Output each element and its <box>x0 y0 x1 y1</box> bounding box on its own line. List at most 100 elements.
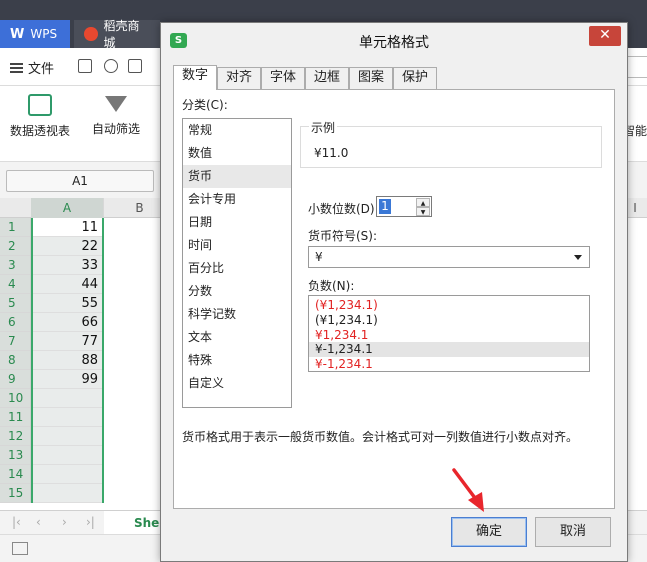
cell-a8[interactable]: 88 <box>33 351 102 370</box>
row-header[interactable]: 15 <box>0 484 30 503</box>
cell-a13[interactable] <box>33 446 102 465</box>
row-header[interactable]: 9 <box>0 370 30 389</box>
save-icon[interactable] <box>78 59 92 73</box>
row-header[interactable]: 11 <box>0 408 30 427</box>
store-logo-icon <box>84 27 98 41</box>
wps-logo-icon: W <box>10 26 25 42</box>
cell-a10[interactable] <box>33 389 102 408</box>
row-header[interactable]: 10 <box>0 389 30 408</box>
row-headers: 1 2 3 4 5 6 7 8 9 10 11 12 13 14 15 <box>0 218 31 503</box>
share-icon[interactable] <box>627 56 647 78</box>
last-sheet-arrow-icon[interactable]: ›| <box>86 515 95 529</box>
cell-a6[interactable]: 66 <box>33 313 102 332</box>
format-cells-dialog: S 单元格格式 ✕ 数字 对齐 字体 边框 图案 保护 分类(C): 常规 数值… <box>160 22 628 562</box>
format-description: 货币格式用于表示一般货币数值。会计格式可对一列数值进行小数点对齐。 <box>182 430 579 444</box>
category-date[interactable]: 日期 <box>183 211 291 234</box>
pivot-table-icon <box>28 94 52 116</box>
cell-a7[interactable]: 77 <box>33 332 102 351</box>
negative-option-3[interactable]: ¥1,234.1 <box>309 328 589 343</box>
tab-font[interactable]: 字体 <box>261 67 305 89</box>
tab-protection[interactable]: 保护 <box>393 67 437 89</box>
cell-a1[interactable]: 11 <box>33 218 102 237</box>
first-sheet-arrow-icon[interactable]: |‹ <box>12 515 21 529</box>
red-pointer-arrow-icon <box>452 468 484 512</box>
cell-a3[interactable]: 33 <box>33 256 102 275</box>
row-header[interactable]: 14 <box>0 465 30 484</box>
pivot-table-button[interactable]: 数据透视表 <box>8 94 72 139</box>
tab-pattern[interactable]: 图案 <box>349 67 393 89</box>
chevron-down-icon[interactable] <box>574 255 582 260</box>
cell-a14[interactable] <box>33 465 102 484</box>
category-time[interactable]: 时间 <box>183 234 291 257</box>
dialog-title-bar[interactable]: S 单元格格式 ✕ <box>161 23 627 57</box>
row-header[interactable]: 7 <box>0 332 30 351</box>
cell-a4[interactable]: 44 <box>33 275 102 294</box>
prev-sheet-arrow-icon[interactable]: ‹ <box>36 515 41 529</box>
sheet-tab-sheet1[interactable]: Shee <box>104 511 167 535</box>
cell-a12[interactable] <box>33 427 102 446</box>
sheet-view-icon[interactable] <box>12 542 28 555</box>
negative-numbers-label: 负数(N): <box>308 279 355 293</box>
category-label: 分类(C): <box>182 98 228 112</box>
row-header[interactable]: 1 <box>0 218 30 237</box>
row-header[interactable]: 12 <box>0 427 30 446</box>
negative-option-1[interactable]: (¥1,234.1) <box>309 298 589 313</box>
tab-docer-store[interactable]: 稻壳商城 <box>74 19 160 50</box>
sample-value: ¥11.0 <box>314 146 349 160</box>
next-sheet-arrow-icon[interactable]: › <box>62 515 67 529</box>
tab-wps-label: WPS <box>30 27 58 41</box>
category-text[interactable]: 文本 <box>183 326 291 349</box>
row-header[interactable]: 13 <box>0 446 30 465</box>
tab-store-label: 稻壳商城 <box>103 19 140 50</box>
negative-option-2[interactable]: (¥1,234.1) <box>309 313 589 328</box>
category-custom[interactable]: 自定义 <box>183 372 291 395</box>
cell-a9[interactable]: 99 <box>33 370 102 389</box>
cell-a2[interactable]: 22 <box>33 237 102 256</box>
close-icon[interactable]: ✕ <box>589 26 621 46</box>
file-menu-button[interactable]: 文件 <box>10 58 54 77</box>
row-header[interactable]: 3 <box>0 256 30 275</box>
category-percentage[interactable]: 百分比 <box>183 257 291 280</box>
ok-button[interactable]: 确定 <box>451 517 527 547</box>
row-header[interactable]: 6 <box>0 313 30 332</box>
decimal-places-input[interactable]: 1 <box>379 199 391 214</box>
decimal-places-label: 小数位数(D): <box>308 202 379 216</box>
column-header-a[interactable]: A <box>31 198 104 218</box>
category-currency[interactable]: 货币 <box>183 165 291 188</box>
row-header[interactable]: 8 <box>0 351 30 370</box>
negative-numbers-list[interactable]: (¥1,234.1) (¥1,234.1) ¥1,234.1 ¥-1,234.1… <box>308 295 590 372</box>
tab-alignment[interactable]: 对齐 <box>217 67 261 89</box>
cell-a11[interactable] <box>33 408 102 427</box>
currency-symbol-select[interactable]: ¥ <box>308 246 590 268</box>
row-header[interactable]: 2 <box>0 237 30 256</box>
category-number[interactable]: 数值 <box>183 142 291 165</box>
cell-a5[interactable]: 55 <box>33 294 102 313</box>
filter-icon <box>105 96 127 112</box>
category-fraction[interactable]: 分数 <box>183 280 291 303</box>
name-box[interactable]: A1 <box>6 170 154 192</box>
file-menu-label: 文件 <box>28 62 55 77</box>
row-header[interactable]: 4 <box>0 275 30 294</box>
decimal-places-stepper[interactable]: 1 ▲ ▼ <box>376 196 432 217</box>
hamburger-icon <box>10 62 23 73</box>
category-general[interactable]: 常规 <box>183 119 291 142</box>
tab-wps[interactable]: W WPS <box>0 20 70 48</box>
category-list[interactable]: 常规 数值 货币 会计专用 日期 时间 百分比 分数 科学记数 文本 特殊 自定… <box>182 118 292 408</box>
spin-up-icon[interactable]: ▲ <box>416 198 430 207</box>
export-pdf-icon[interactable] <box>104 59 118 73</box>
auto-filter-button[interactable]: 自动筛选 <box>90 94 142 137</box>
cell-a15[interactable] <box>33 484 102 503</box>
category-special[interactable]: 特殊 <box>183 349 291 372</box>
tab-number[interactable]: 数字 <box>173 65 217 90</box>
negative-option-5[interactable]: ¥-1,234.1 <box>309 357 589 372</box>
row-header[interactable]: 5 <box>0 294 30 313</box>
spin-down-icon[interactable]: ▼ <box>416 207 430 216</box>
pivot-table-label: 数据透视表 <box>9 124 70 138</box>
category-scientific[interactable]: 科学记数 <box>183 303 291 326</box>
cancel-button[interactable]: 取消 <box>535 517 611 547</box>
print-icon[interactable] <box>128 59 142 73</box>
category-accounting[interactable]: 会计专用 <box>183 188 291 211</box>
tab-border[interactable]: 边框 <box>305 67 349 89</box>
negative-option-4[interactable]: ¥-1,234.1 <box>309 342 589 358</box>
auto-filter-label: 自动筛选 <box>91 122 140 136</box>
